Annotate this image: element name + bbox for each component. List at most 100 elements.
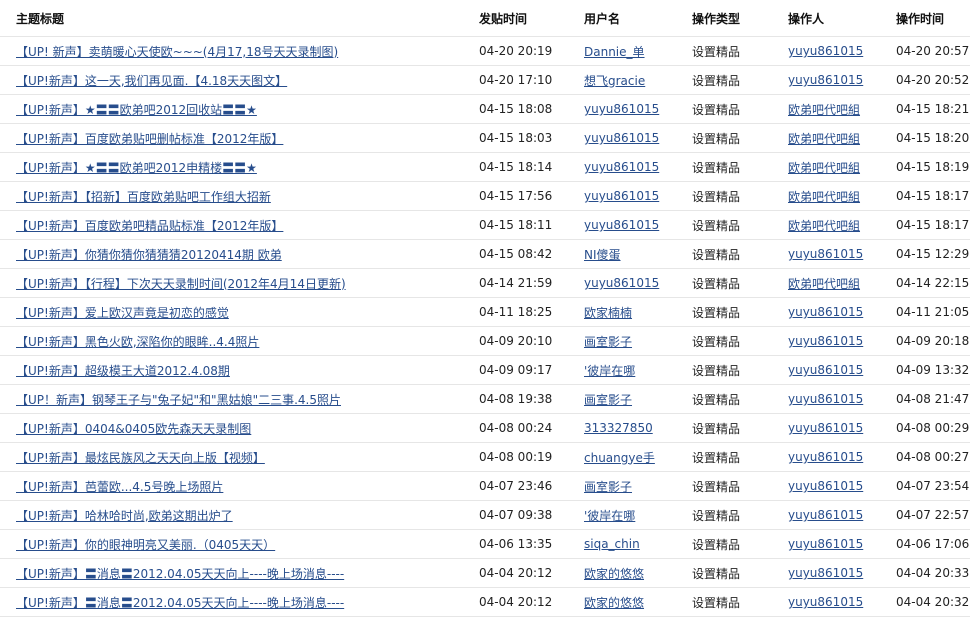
username-link[interactable]: 欧家的悠悠 bbox=[584, 567, 644, 581]
username-link[interactable]: chuangye手 bbox=[584, 451, 655, 465]
col-header-operator: 操作人 bbox=[788, 11, 825, 26]
username-link-cell: '彼岸在哪 bbox=[584, 500, 692, 530]
topic-title-link[interactable]: 【UP!新声】百度欧弟吧精品贴标准【2012年版】 bbox=[16, 219, 283, 233]
operator-link[interactable]: 欧弟吧代吧組 bbox=[788, 161, 860, 175]
operator-link[interactable]: yuyu861015 bbox=[788, 479, 863, 493]
operator-link[interactable]: yuyu861015 bbox=[788, 537, 863, 551]
username-link-cell: 画室影子 bbox=[584, 384, 692, 414]
operator-link-cell: yuyu861015 bbox=[788, 558, 896, 588]
operator-link[interactable]: yuyu861015 bbox=[788, 44, 863, 58]
username-link[interactable]: yuyu861015 bbox=[584, 276, 659, 290]
username-link[interactable]: yuyu861015 bbox=[584, 131, 659, 145]
operator-link[interactable]: 欧弟吧代吧組 bbox=[788, 277, 860, 291]
operator-link-cell: 欧弟吧代吧組 bbox=[788, 181, 896, 211]
operator-link[interactable]: yuyu861015 bbox=[788, 508, 863, 522]
operator-link-cell: 欧弟吧代吧組 bbox=[788, 268, 896, 298]
topic-title-link[interactable]: 【UP! 新声】卖萌暖心天使欧~~~(4月17,18号天天录制图) bbox=[16, 45, 338, 59]
username-link[interactable]: '彼岸在哪 bbox=[584, 509, 635, 523]
operation-type-cell: 设置精品 bbox=[692, 181, 788, 211]
operator-link-cell: yuyu861015 bbox=[788, 384, 896, 414]
operator-link-cell: yuyu861015 bbox=[788, 413, 896, 443]
username-link[interactable]: 313327850 bbox=[584, 421, 653, 435]
topic-title-link[interactable]: 【UP!新声】你猜你猜你猜猜猜20120414期 欧弟 bbox=[16, 248, 282, 262]
topic-title-link[interactable]: 【UP!新声】百度欧弟贴吧删帖标准【2012年版】 bbox=[16, 132, 283, 146]
topic-title-link[interactable]: 【UP!新声】哈林哈时尚,欧弟这期出炉了 bbox=[16, 509, 233, 523]
operator-link[interactable]: yuyu861015 bbox=[788, 247, 863, 261]
operation-type-cell: 设置精品 bbox=[692, 355, 788, 385]
operator-link[interactable]: yuyu861015 bbox=[788, 566, 863, 580]
operation-time-cell: 04-09 20:18 bbox=[896, 326, 970, 356]
post-time: 04-11 18:25 bbox=[479, 305, 553, 319]
post-time: 04-08 00:19 bbox=[479, 450, 553, 464]
operator-link[interactable]: yuyu861015 bbox=[788, 363, 863, 377]
post-time: 04-15 18:14 bbox=[479, 160, 553, 174]
topic-title-link[interactable]: 【UP!新声】最炫民族风之天天向上版【视频】 bbox=[16, 451, 265, 465]
operator-link[interactable]: yuyu861015 bbox=[788, 450, 863, 464]
topic-title-link[interactable]: 【UP!新声】0404&0405欧先森天天录制图 bbox=[16, 422, 251, 436]
operator-link[interactable]: 欧弟吧代吧組 bbox=[788, 103, 860, 117]
operator-link[interactable]: 欧弟吧代吧組 bbox=[788, 132, 860, 146]
username-link-cell: 画室影子 bbox=[584, 326, 692, 356]
topic-title-link[interactable]: 【UP!新声】超级模王大道2012.4.08期 bbox=[16, 364, 230, 378]
username-link-cell: chuangye手 bbox=[584, 442, 692, 472]
topic-title-link[interactable]: 【UP!新声】【招新】百度欧弟贴吧工作组大招新 bbox=[16, 190, 271, 204]
operator-link-cell: yuyu861015 bbox=[788, 297, 896, 327]
table-row: 【UP!新声】黑色火欧,深陷你的眼眸..4.4照片 04-09 20:10 画室影子… bbox=[0, 326, 970, 356]
username-link[interactable]: yuyu861015 bbox=[584, 218, 659, 232]
table-row: 【UP!新声】〓消息〓2012.04.05天天向上----晚上场消息---- 04… bbox=[0, 558, 970, 588]
post-time-cell: 04-08 00:19 bbox=[479, 442, 584, 472]
topic-title-link[interactable]: 【UP!新声】〓消息〓2012.04.05天天向上----晚上场消息---- bbox=[16, 596, 344, 610]
username-link[interactable]: Dannie_单 bbox=[584, 45, 645, 59]
topic-title-link[interactable]: 【UP！新声】钢琴王子与"兔子妃"和"黑姑娘"二三事.4.5照片 bbox=[16, 393, 341, 407]
col-header-title: 主题标题 bbox=[16, 11, 65, 26]
operation-time-cell: 04-07 23:54 bbox=[896, 471, 970, 501]
username-link[interactable]: yuyu861015 bbox=[584, 160, 659, 174]
table-row: 【UP！新声】钢琴王子与"兔子妃"和"黑姑娘"二三事.4.5照片 04-08 19… bbox=[0, 384, 970, 414]
username-link[interactable]: 画室影子 bbox=[584, 393, 632, 407]
username-link[interactable]: '彼岸在哪 bbox=[584, 364, 635, 378]
operation-time: 04-15 18:17 bbox=[896, 218, 970, 232]
operator-link[interactable]: yuyu861015 bbox=[788, 73, 863, 87]
username-link[interactable]: yuyu861015 bbox=[584, 189, 659, 203]
topic-title-link[interactable]: 【UP!新声】这一天,我们再见面.【4.18天天图文】 bbox=[16, 74, 287, 88]
username-link[interactable]: 想飞gracie bbox=[584, 74, 645, 88]
operator-link[interactable]: yuyu861015 bbox=[788, 595, 863, 609]
table-row: 【UP!新声】这一天,我们再见面.【4.18天天图文】 04-20 17:10 想飞… bbox=[0, 65, 970, 95]
username-link[interactable]: 欧家的悠悠 bbox=[584, 596, 644, 610]
topic-title-link[interactable]: 【UP!新声】〓消息〓2012.04.05天天向上----晚上场消息---- bbox=[16, 567, 344, 581]
topic-title-link[interactable]: 【UP!新声】★〓〓欧弟吧2012回收站〓〓★ bbox=[16, 103, 257, 117]
post-time: 04-15 08:42 bbox=[479, 247, 553, 261]
topic-title-link[interactable]: 【UP!新声】你的眼神明亮又美丽.（0405天天） bbox=[16, 538, 275, 552]
post-time: 04-06 13:35 bbox=[479, 537, 553, 551]
topic-title-link[interactable]: 【UP!新声】【行程】下次天天录制时间(2012年4月14日更新) bbox=[16, 277, 346, 291]
username-link-cell: 想飞gracie bbox=[584, 65, 692, 95]
post-time-cell: 04-15 18:08 bbox=[479, 94, 584, 124]
username-link[interactable]: 欧家楠楠 bbox=[584, 306, 632, 320]
operation-type-cell: 设置精品 bbox=[692, 326, 788, 356]
username-link[interactable]: 画室影子 bbox=[584, 480, 632, 494]
operator-link[interactable]: yuyu861015 bbox=[788, 392, 863, 406]
operation-time-cell: 04-04 20:33 bbox=[896, 558, 970, 588]
topic-title-link[interactable]: 【UP!新声】爱上欧汉声竟是初恋的感觉 bbox=[16, 306, 229, 320]
operator-link-cell: 欧弟吧代吧組 bbox=[788, 210, 896, 240]
post-time-cell: 04-08 00:24 bbox=[479, 413, 584, 443]
topic-title-link[interactable]: 【UP!新声】黑色火欧,深陷你的眼眸..4.4照片 bbox=[16, 335, 259, 349]
operator-link[interactable]: yuyu861015 bbox=[788, 305, 863, 319]
operation-type: 设置精品 bbox=[692, 189, 741, 204]
username-link[interactable]: yuyu861015 bbox=[584, 102, 659, 116]
username-link[interactable]: siqa_chin bbox=[584, 537, 640, 551]
username-link-cell: 欧家楠楠 bbox=[584, 297, 692, 327]
topic-title-link[interactable]: 【UP!新声】芭蕾欧...4.5号晚上场照片 bbox=[16, 480, 223, 494]
operator-link[interactable]: yuyu861015 bbox=[788, 334, 863, 348]
operator-link[interactable]: 欧弟吧代吧組 bbox=[788, 190, 860, 204]
topic-title-link[interactable]: 【UP!新声】★〓〓欧弟吧2012申精楼〓〓★ bbox=[16, 161, 257, 175]
username-link[interactable]: 画室影子 bbox=[584, 335, 632, 349]
username-link[interactable]: NI傻蛋 bbox=[584, 248, 621, 262]
topic-title-link-cell: 【UP!新声】这一天,我们再见面.【4.18天天图文】 bbox=[0, 65, 479, 95]
table-row: 【UP!新声】【行程】下次天天录制时间(2012年4月14日更新) 04-14 2… bbox=[0, 268, 970, 298]
operator-link[interactable]: yuyu861015 bbox=[788, 421, 863, 435]
username-link-cell: yuyu861015 bbox=[584, 123, 692, 153]
post-time-cell: 04-15 18:11 bbox=[479, 210, 584, 240]
operator-link[interactable]: 欧弟吧代吧組 bbox=[788, 219, 860, 233]
operation-type: 设置精品 bbox=[692, 363, 741, 378]
